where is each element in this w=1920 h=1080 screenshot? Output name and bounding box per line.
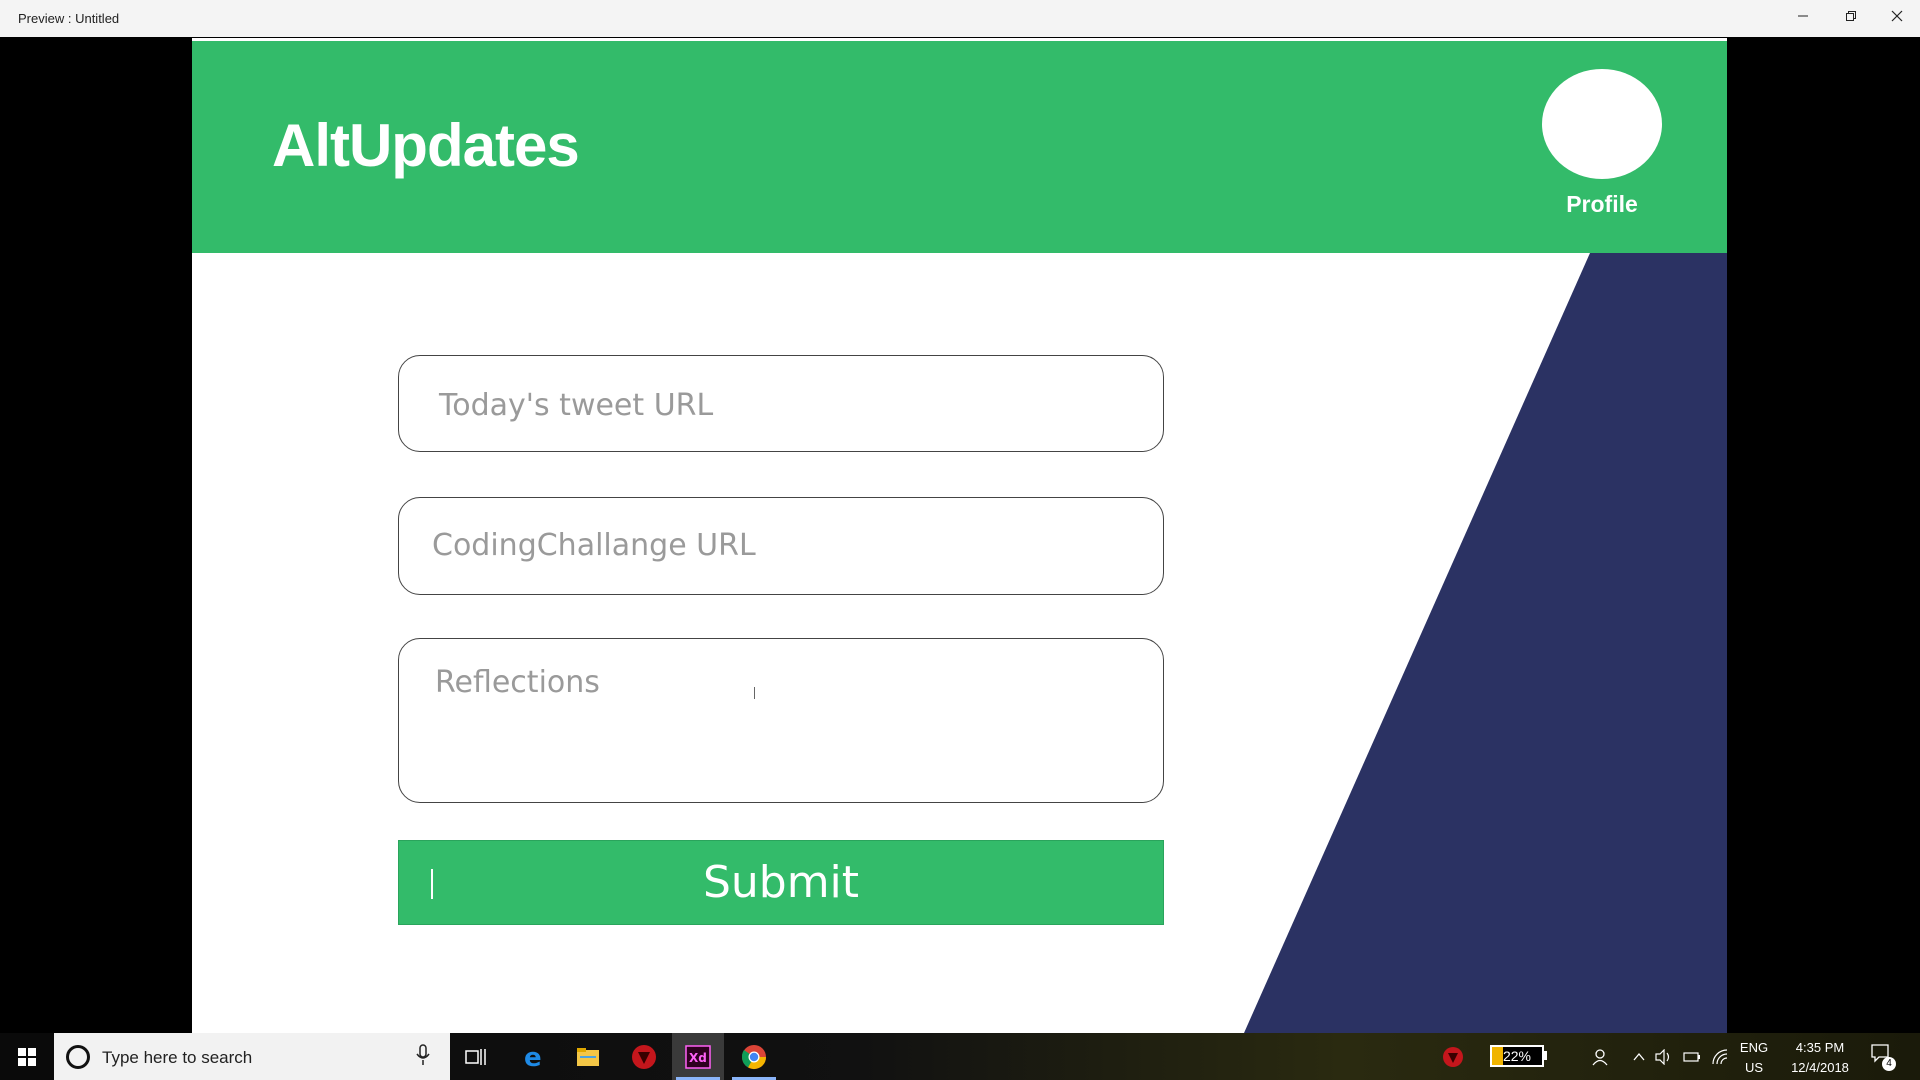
tweet-url-input[interactable]: Today's tweet URL (398, 355, 1164, 452)
notification-badge: 4 (1882, 1057, 1896, 1071)
search-placeholder: Type here to search (102, 1048, 253, 1067)
svg-text:Xd: Xd (689, 1051, 707, 1065)
coding-challenge-url-placeholder: CodingChallange URL (432, 528, 756, 563)
app-window: Preview : Untitled AltUpdates Profile To… (0, 0, 1920, 1080)
title-bar: Preview : Untitled (0, 0, 1920, 37)
volume-button[interactable] (1652, 1033, 1676, 1080)
battery-tip (1544, 1051, 1547, 1060)
file-explorer-icon (577, 1047, 599, 1066)
task-view-icon (465, 1048, 486, 1065)
battery-tray-button[interactable] (1680, 1033, 1704, 1080)
submit-button[interactable]: Submit (398, 840, 1164, 925)
submit-label: Submit (702, 857, 860, 908)
restore-button[interactable] (1828, 0, 1874, 32)
battery-indicator[interactable]: 22% (1490, 1045, 1544, 1067)
adobe-xd-button[interactable]: Xd (672, 1033, 724, 1080)
minimize-button[interactable] (1780, 0, 1826, 32)
edge-button[interactable]: e (508, 1033, 560, 1080)
svg-text:e: e (524, 1044, 542, 1070)
red-app-button[interactable] (618, 1033, 670, 1080)
microphone-icon[interactable] (416, 1044, 430, 1071)
taskbar: Type here to search e Xd 22% ENG US 4:35… (0, 1033, 1920, 1080)
people-icon (1592, 1048, 1608, 1065)
lang-line-1: ENG (1739, 1040, 1769, 1055)
close-icon (1891, 10, 1903, 22)
clock-time: 4:35 PM (1795, 1040, 1845, 1055)
reflections-placeholder: Reflections (435, 665, 600, 700)
taskbar-search-box[interactable]: Type here to search (54, 1033, 450, 1080)
text-caret (431, 869, 433, 899)
restore-icon (1846, 11, 1856, 21)
task-view-button[interactable] (450, 1033, 502, 1080)
header-bar: AltUpdates Profile (192, 41, 1727, 253)
clock-date: 12/4/2018 (1791, 1060, 1849, 1075)
coding-challenge-url-input[interactable]: CodingChallange URL (398, 497, 1164, 595)
people-button[interactable] (1584, 1033, 1614, 1080)
action-center-button[interactable]: 4 (1870, 1043, 1896, 1071)
close-button[interactable] (1874, 0, 1920, 32)
volume-icon (1655, 1048, 1670, 1065)
clock[interactable]: 4:35 PM 12/4/2018 (1780, 1038, 1860, 1078)
chrome-icon (741, 1044, 766, 1069)
window-title: Preview : Untitled (18, 11, 120, 26)
app-red-icon (632, 1044, 656, 1069)
tweet-url-placeholder: Today's tweet URL (439, 388, 714, 423)
artboard: AltUpdates Profile Today's tweet URL Cod… (192, 38, 1727, 1033)
chevron-up-icon (1633, 1052, 1645, 1060)
battery-icon (1683, 1051, 1700, 1062)
start-button[interactable] (0, 1033, 54, 1080)
adobe-xd-icon: Xd (685, 1044, 711, 1069)
edge-icon: e (524, 1044, 542, 1070)
ibeam-cursor-icon (754, 687, 755, 699)
network-button[interactable] (1708, 1033, 1732, 1080)
battery-percent: 22% (1502, 1048, 1532, 1064)
windows-logo-icon (18, 1047, 36, 1066)
tray-red-app[interactable] (1438, 1033, 1468, 1080)
file-explorer-button[interactable] (562, 1033, 614, 1080)
chrome-button[interactable] (728, 1033, 780, 1080)
reflections-textarea[interactable]: Reflections (398, 638, 1164, 803)
wifi-icon (1712, 1048, 1728, 1064)
show-hidden-icons-button[interactable] (1628, 1033, 1650, 1080)
minimize-icon (1798, 15, 1808, 17)
input-language[interactable]: ENG US (1736, 1038, 1772, 1078)
cortana-icon (66, 1045, 90, 1069)
profile-label[interactable]: Profile (1542, 191, 1662, 218)
profile-avatar[interactable] (1542, 69, 1662, 179)
tray-red-app-icon (1443, 1046, 1463, 1067)
brand-title: AltUpdates (272, 112, 580, 179)
lang-line-2: US (1744, 1060, 1764, 1075)
